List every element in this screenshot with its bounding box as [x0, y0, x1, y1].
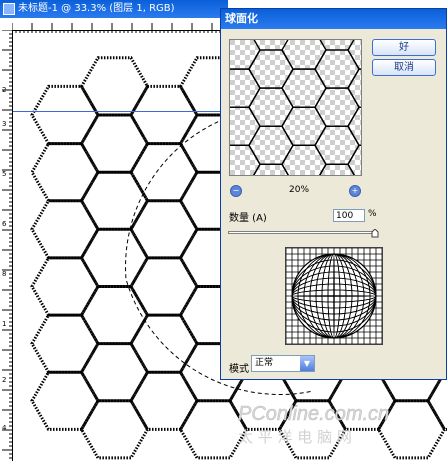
mode-label: 模式 — [229, 364, 249, 375]
cancel-button[interactable]: 取消 — [372, 59, 436, 76]
amount-input[interactable]: 100 — [333, 209, 365, 222]
watermark-logo: PConline.com.cn 太 平 洋 电 脑 网 — [238, 403, 390, 446]
ok-button[interactable]: 好 — [372, 39, 436, 56]
preview-image — [230, 40, 361, 175]
document-titlebar[interactable]: 未标题-1 @ 33.3% (图层 1, RGB) — [0, 0, 228, 18]
zoom-in-button[interactable]: + — [349, 185, 361, 197]
chevron-down-icon[interactable]: ▼ — [300, 356, 314, 371]
svg-text:2: 2 — [2, 86, 6, 94]
watermark: PConline.com.cn 太 平 洋 电 脑 网 — [232, 394, 447, 454]
amount-label: 数量 (A) — [229, 213, 267, 224]
dialog-titlebar[interactable]: 球面化 — [221, 9, 446, 29]
amount-slider[interactable] — [228, 231, 376, 234]
filter-preview[interactable] — [229, 39, 362, 176]
svg-text:2: 2 — [2, 376, 6, 384]
left-ruler-ticks: 2 3 5 6 8 1 2 4 — [2, 29, 12, 459]
watermark-line2: 太 平 洋 电 脑 网 — [238, 428, 352, 446]
left-ruler[interactable]: 2 3 5 6 8 1 2 4 — [0, 29, 13, 461]
dialog-title: 球面化 — [225, 12, 258, 25]
document-title: 未标题-1 @ 33.3% (图层 1, RGB) — [18, 3, 175, 14]
top-ruler[interactable] — [11, 18, 228, 33]
watermark-line1: PConline.com.cn — [238, 403, 389, 425]
svg-text:1: 1 — [2, 320, 6, 328]
zoom-level: 20% — [289, 185, 310, 195]
spherize-grid-preview — [285, 247, 383, 345]
svg-text:4: 4 — [2, 424, 7, 432]
spherize-dialog: 球面化 好 取消 − 20% + 数量 (A) 100 % 模式 正常 ▼ — [220, 8, 447, 380]
zoom-out-button[interactable]: − — [230, 185, 242, 197]
svg-text:6: 6 — [2, 220, 7, 228]
mode-select[interactable]: 正常 ▼ — [251, 355, 315, 372]
mode-value: 正常 — [255, 358, 274, 368]
svg-text:3: 3 — [2, 120, 6, 128]
svg-text:8: 8 — [2, 270, 6, 278]
svg-text:5: 5 — [2, 170, 6, 178]
sphere-grid-icon — [286, 248, 382, 344]
photoshop-window: 未标题-1 @ 33.3% (图层 1, RGB) 2 3 5 6 8 1 2 … — [0, 0, 447, 461]
horizontal-guide[interactable] — [13, 111, 228, 112]
amount-slider-thumb[interactable] — [371, 229, 379, 238]
amount-unit: % — [368, 209, 377, 219]
document-icon — [3, 3, 15, 15]
